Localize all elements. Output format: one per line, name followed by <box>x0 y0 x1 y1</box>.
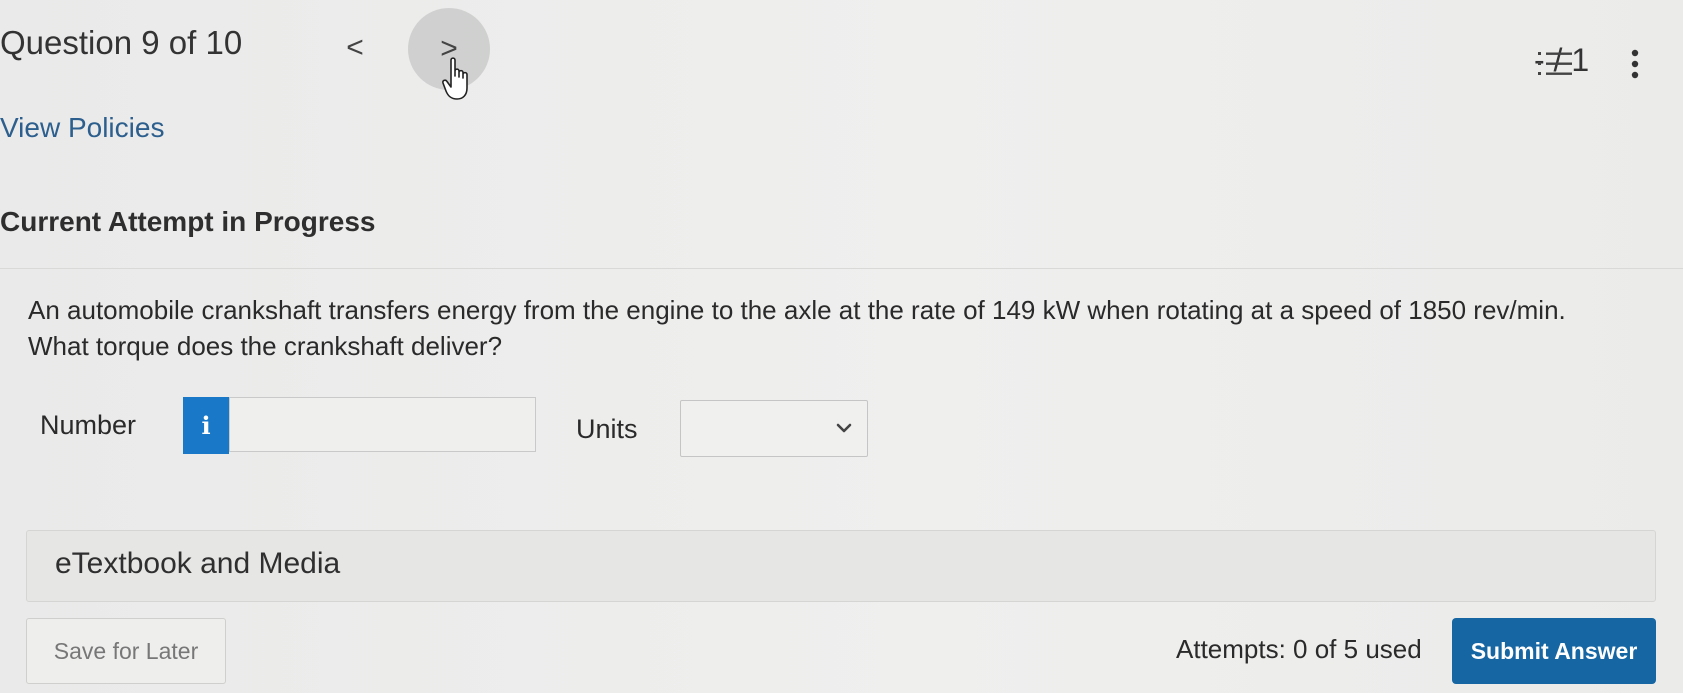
question-line-1: An automobile crankshaft transfers energ… <box>28 295 1566 325</box>
etextbook-media-panel[interactable]: eTextbook and Media <box>26 530 1656 602</box>
question-text: An automobile crankshaft transfers energ… <box>28 292 1678 364</box>
submit-answer-button[interactable]: Submit Answer <box>1452 618 1656 684</box>
numbered-list-icon[interactable] <box>1536 44 1578 84</box>
question-progress: Question 9 of 10 <box>0 24 243 61</box>
number-label: Number <box>40 410 137 440</box>
hand-pointer-icon <box>442 57 468 100</box>
info-button[interactable]: i <box>183 397 229 454</box>
chevron-left-icon: < <box>346 31 364 64</box>
units-dropdown[interactable] <box>680 400 868 457</box>
attempts-counter: Attempts: 0 of 5 used <box>1176 634 1422 664</box>
previous-question-button[interactable]: < <box>338 26 372 70</box>
chevron-down-icon <box>836 423 852 433</box>
question-line-2: What torque does the crankshaft deliver? <box>28 331 503 361</box>
number-input[interactable] <box>229 397 536 452</box>
units-label: Units <box>576 414 638 444</box>
section-divider <box>0 268 1683 269</box>
info-icon: i <box>201 411 211 440</box>
etextbook-media-label: eTextbook and Media <box>55 547 341 580</box>
view-policies-link[interactable]: View Policies <box>0 112 164 144</box>
attempt-status-heading: Current Attempt in Progress <box>0 206 376 237</box>
quiz-page: Question 9 of 10 < > - / 1 View Policies… <box>0 0 1683 693</box>
save-for-later-button[interactable]: Save for Later <box>26 618 226 684</box>
more-vertical-icon[interactable] <box>1620 44 1650 84</box>
